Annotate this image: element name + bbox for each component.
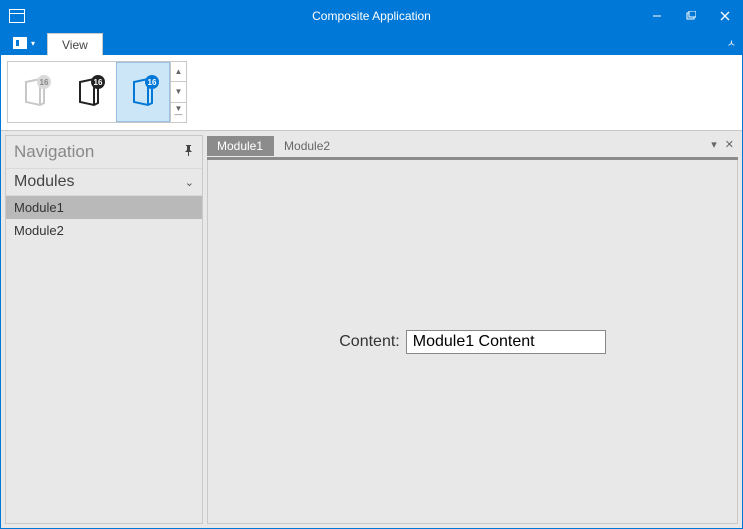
gallery-scroll-down-button[interactable]: ▼ [171, 82, 186, 102]
theme-gallery-item-light[interactable]: 16 [8, 62, 62, 122]
ribbon-content: 16 16 16 ▲ ▼ [1, 55, 742, 131]
svg-text:16: 16 [94, 78, 103, 87]
application-menu-icon [13, 37, 27, 49]
modules-group-label: Modules [14, 173, 74, 191]
tab-view[interactable]: View [47, 33, 103, 55]
gallery-scroll-up-button[interactable]: ▲ [171, 62, 186, 82]
pin-icon[interactable] [183, 145, 194, 159]
ribbon-collapse-button[interactable]: ㅅ [727, 35, 736, 50]
tab-close-button[interactable]: ✕ [725, 138, 734, 151]
chevron-down-icon: ⌄ [185, 176, 194, 189]
svg-text:16: 16 [148, 78, 157, 87]
tab-dropdown-button[interactable]: ▾ [711, 138, 717, 151]
theme-gallery: 16 16 16 ▲ ▼ [7, 61, 187, 123]
title-bar: Composite Application [1, 1, 742, 31]
navigation-title: Navigation [14, 142, 94, 162]
restore-button[interactable] [674, 1, 708, 31]
content-label: Content: [339, 333, 399, 351]
window-title: Composite Application [1, 9, 742, 23]
navigation-panel: Navigation Modules ⌄ Module1 Module2 [5, 135, 203, 524]
chevron-down-icon: ▾ [31, 39, 35, 48]
document-tabs: Module1 Module2 ▾ ✕ [207, 135, 738, 157]
close-button[interactable] [708, 1, 742, 31]
nav-item-module1[interactable]: Module1 [6, 196, 202, 219]
application-menu-button[interactable]: ▾ [7, 31, 41, 55]
nav-item-module2[interactable]: Module2 [6, 219, 202, 242]
modules-list: Module1 Module2 [6, 196, 202, 523]
app-icon [9, 9, 25, 23]
document-body: Content: [207, 160, 738, 524]
client-area: Navigation Modules ⌄ Module1 Module2 Mod… [1, 131, 742, 528]
content-input[interactable] [406, 330, 606, 354]
minimize-button[interactable] [640, 1, 674, 31]
theme-gallery-item-dark[interactable]: 16 [62, 62, 116, 122]
office-icon: 16 [18, 75, 52, 109]
svg-text:16: 16 [40, 78, 49, 87]
doc-tab-module2[interactable]: Module2 [274, 136, 341, 156]
office-icon: 16 [72, 75, 106, 109]
ribbon-strip: ▾ View ㅅ [1, 31, 742, 55]
theme-gallery-item-colorful[interactable]: 16 [116, 62, 170, 122]
gallery-dropdown-button[interactable]: ▼― [171, 103, 186, 122]
doc-tab-module1[interactable]: Module1 [207, 136, 274, 156]
modules-group-header[interactable]: Modules ⌄ [6, 168, 202, 196]
document-area: Module1 Module2 ▾ ✕ Content: [207, 135, 738, 524]
office-icon: 16 [126, 75, 160, 109]
